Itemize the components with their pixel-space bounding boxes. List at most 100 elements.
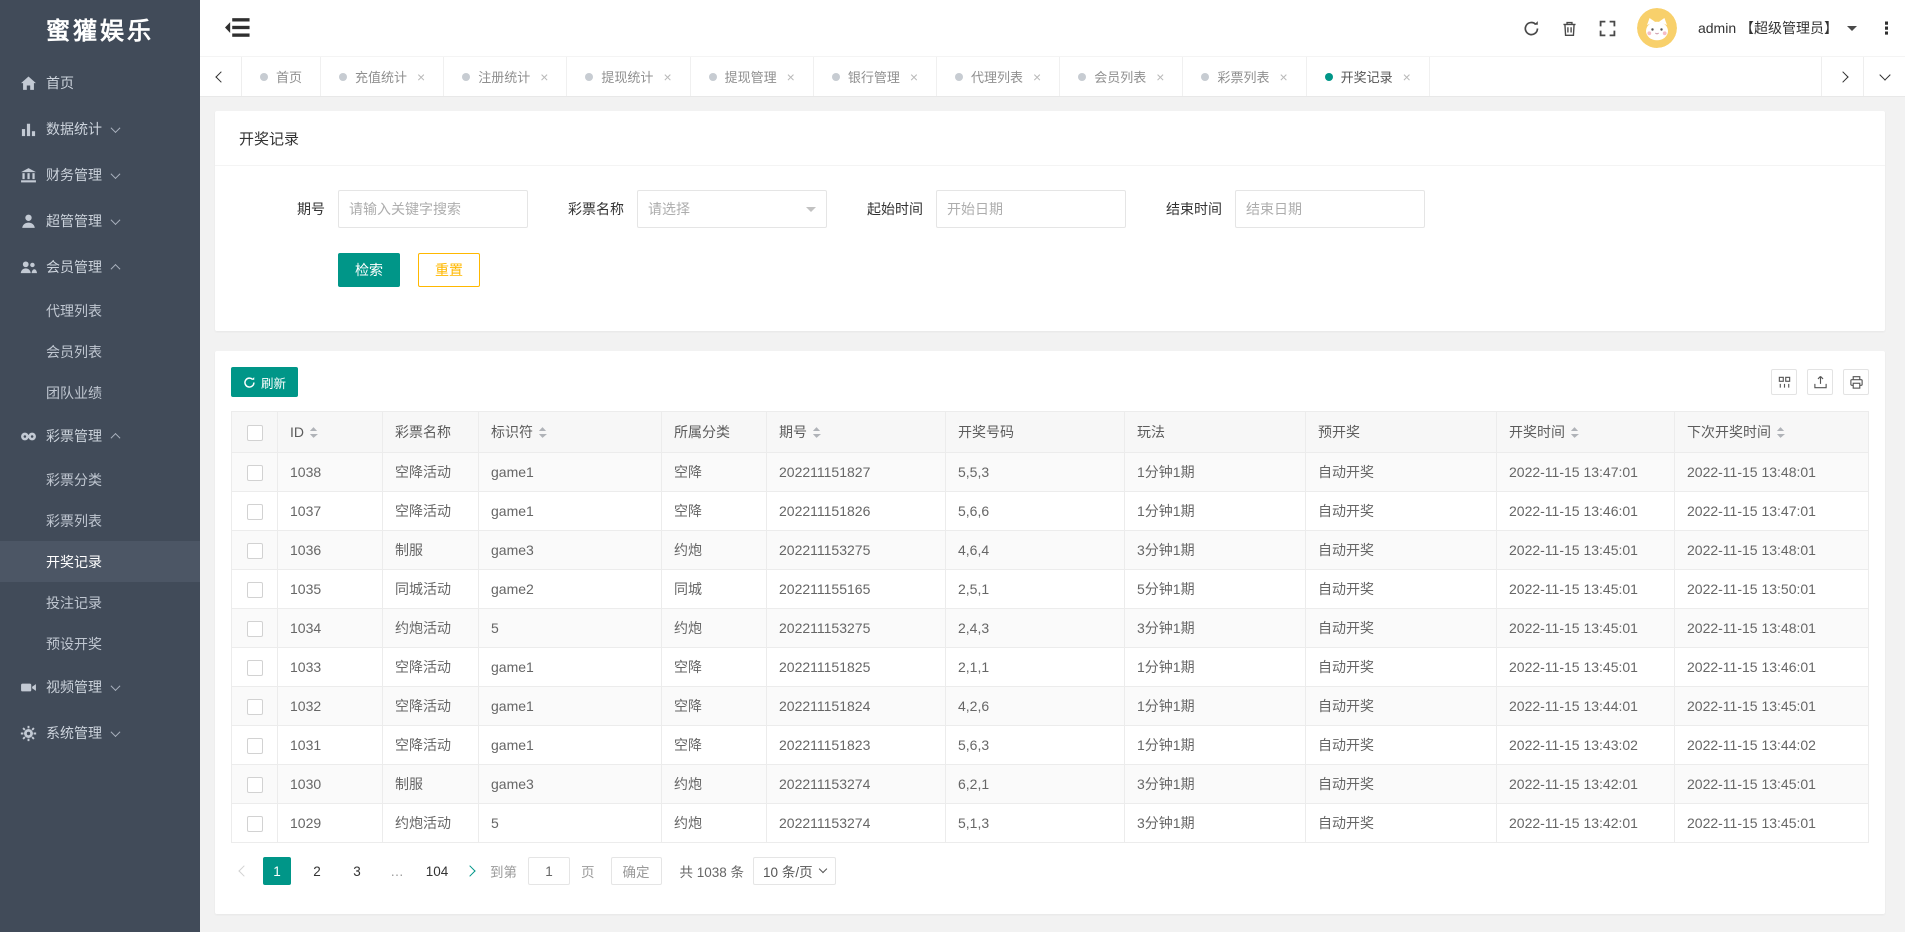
sidebar-subitem-bet-records[interactable]: 投注记录 bbox=[0, 582, 200, 623]
cell-checkbox bbox=[232, 804, 278, 843]
sidebar-item-super-admin[interactable]: 超管管理 bbox=[0, 198, 200, 244]
tab-status-dot bbox=[339, 73, 347, 81]
tab-close-icon[interactable]: × bbox=[1156, 69, 1164, 85]
sidebar-item-data-stats[interactable]: 数据统计 bbox=[0, 106, 200, 152]
column-header-numbers[interactable]: 开奖号码 bbox=[946, 412, 1125, 453]
tab-home[interactable]: 首页 bbox=[242, 57, 321, 96]
tabs-menu-button[interactable] bbox=[1863, 57, 1905, 96]
tab-close-icon[interactable]: × bbox=[540, 69, 548, 85]
sidebar-subitem-lottery-category[interactable]: 彩票分类 bbox=[0, 459, 200, 500]
tab-recharge-stats[interactable]: 充值统计 × bbox=[321, 57, 444, 96]
sidebar-item-lottery[interactable]: 彩票管理 bbox=[0, 413, 200, 459]
cell-play: 3分钟1期 bbox=[1125, 765, 1306, 804]
column-header-next_draw_time[interactable]: 下次开奖时间 bbox=[1675, 412, 1869, 453]
pagination-pages: 123…104 bbox=[257, 857, 457, 885]
export-icon[interactable] bbox=[1807, 369, 1833, 395]
avatar[interactable] bbox=[1637, 8, 1677, 48]
filter-columns-icon[interactable] bbox=[1771, 369, 1797, 395]
sort-icon[interactable] bbox=[309, 426, 318, 439]
row-checkbox[interactable] bbox=[247, 699, 263, 715]
next-page-button[interactable] bbox=[457, 857, 483, 885]
tab-label: 提现统计 bbox=[601, 67, 653, 86]
row-checkbox[interactable] bbox=[247, 582, 263, 598]
sidebar-subitem-agent-list[interactable]: 代理列表 bbox=[0, 290, 200, 331]
table-row: 1030制服game3约炮2022111532746,2,13分钟1期自动开奖2… bbox=[232, 765, 1869, 804]
tab-bank-manage[interactable]: 银行管理 × bbox=[814, 57, 937, 96]
per-page-select[interactable]: 10 条/页 bbox=[753, 857, 836, 885]
page-number[interactable]: 3 bbox=[343, 857, 371, 885]
sidebar-subitem-preset-draw[interactable]: 预设开奖 bbox=[0, 623, 200, 664]
column-header-code[interactable]: 标识符 bbox=[479, 412, 662, 453]
tab-close-icon[interactable]: × bbox=[910, 69, 918, 85]
sidebar-subitem-lottery-list[interactable]: 彩票列表 bbox=[0, 500, 200, 541]
table-row: 1036制服game3约炮2022111532754,6,43分钟1期自动开奖2… bbox=[232, 531, 1869, 570]
tab-close-icon[interactable]: × bbox=[787, 69, 795, 85]
column-header-play[interactable]: 玩法 bbox=[1125, 412, 1306, 453]
column-header-predraw[interactable]: 预开奖 bbox=[1306, 412, 1497, 453]
sidebar-subitem-draw-records[interactable]: 开奖记录 bbox=[0, 541, 200, 582]
tab-close-icon[interactable]: × bbox=[417, 69, 425, 85]
sort-icon[interactable] bbox=[538, 426, 547, 439]
goto-confirm-button[interactable]: 确定 bbox=[611, 857, 662, 885]
tab-close-icon[interactable]: × bbox=[1403, 69, 1411, 85]
tab-lottery-list[interactable]: 彩票列表 × bbox=[1183, 57, 1306, 96]
sort-icon[interactable] bbox=[1776, 426, 1785, 439]
tab-withdraw-manage[interactable]: 提现管理 × bbox=[691, 57, 814, 96]
tab-close-icon[interactable]: × bbox=[1033, 69, 1041, 85]
tab-close-icon[interactable]: × bbox=[1279, 69, 1287, 85]
trash-icon[interactable] bbox=[1561, 20, 1578, 37]
cell-category: 约炮 bbox=[662, 765, 767, 804]
tabs-scroll-left-button[interactable] bbox=[200, 57, 242, 96]
collapse-menu-icon[interactable] bbox=[225, 15, 251, 41]
column-header-id[interactable]: ID bbox=[278, 412, 383, 453]
reset-button[interactable]: 重置 bbox=[418, 253, 480, 287]
column-header-issue[interactable]: 期号 bbox=[767, 412, 946, 453]
row-checkbox[interactable] bbox=[247, 504, 263, 520]
tab-withdraw-stats[interactable]: 提现统计 × bbox=[567, 57, 690, 96]
sidebar-subitem-member-list[interactable]: 会员列表 bbox=[0, 331, 200, 372]
fullscreen-icon[interactable] bbox=[1599, 20, 1616, 37]
search-button[interactable]: 检索 bbox=[338, 253, 400, 287]
tab-draw-records[interactable]: 开奖记录 × bbox=[1307, 57, 1430, 96]
row-checkbox[interactable] bbox=[247, 660, 263, 676]
sidebar-subitem-label: 团队业绩 bbox=[46, 383, 102, 403]
sidebar-item-home[interactable]: 首页 bbox=[0, 60, 200, 106]
sort-icon[interactable] bbox=[1570, 426, 1579, 439]
column-header-draw_time[interactable]: 开奖时间 bbox=[1497, 412, 1675, 453]
row-checkbox[interactable] bbox=[247, 621, 263, 637]
page-number[interactable]: 2 bbox=[303, 857, 331, 885]
issue-input[interactable] bbox=[338, 190, 528, 228]
lottery-name-select[interactable]: 请选择 bbox=[637, 190, 827, 228]
column-header-name[interactable]: 彩票名称 bbox=[383, 412, 479, 453]
tab-close-icon[interactable]: × bbox=[663, 69, 671, 85]
page-number[interactable]: 104 bbox=[423, 857, 451, 885]
column-header-category[interactable]: 所属分类 bbox=[662, 412, 767, 453]
tab-register-stats[interactable]: 注册统计 × bbox=[444, 57, 567, 96]
sidebar-item-system[interactable]: 系统管理 bbox=[0, 710, 200, 756]
refresh-table-button[interactable]: 刷新 bbox=[231, 367, 298, 397]
refresh-icon[interactable] bbox=[1523, 20, 1540, 37]
more-vertical-icon[interactable]: ⋮ bbox=[1878, 20, 1895, 37]
prev-page-button[interactable] bbox=[231, 857, 257, 885]
end-date-input[interactable] bbox=[1235, 190, 1425, 228]
sort-icon[interactable] bbox=[812, 426, 821, 439]
sidebar-item-finance[interactable]: 财务管理 bbox=[0, 152, 200, 198]
row-checkbox[interactable] bbox=[247, 465, 263, 481]
page-number[interactable]: 1 bbox=[263, 857, 291, 885]
row-checkbox[interactable] bbox=[247, 816, 263, 832]
sidebar-item-members[interactable]: 会员管理 bbox=[0, 244, 200, 290]
start-date-input[interactable] bbox=[936, 190, 1126, 228]
tabs-scroll-right-button[interactable] bbox=[1821, 57, 1863, 96]
row-checkbox[interactable] bbox=[247, 738, 263, 754]
print-icon[interactable] bbox=[1843, 369, 1869, 395]
goto-page-input[interactable] bbox=[528, 857, 570, 885]
sidebar-subitem-team-performance[interactable]: 团队业绩 bbox=[0, 372, 200, 413]
select-all-checkbox[interactable] bbox=[247, 425, 263, 441]
cell-predraw: 自动开奖 bbox=[1306, 570, 1497, 609]
tab-member-list[interactable]: 会员列表 × bbox=[1060, 57, 1183, 96]
row-checkbox[interactable] bbox=[247, 777, 263, 793]
row-checkbox[interactable] bbox=[247, 543, 263, 559]
sidebar-item-video[interactable]: 视频管理 bbox=[0, 664, 200, 710]
admin-menu[interactable]: admin 【超级管理员】 bbox=[1698, 18, 1857, 38]
tab-agent-list[interactable]: 代理列表 × bbox=[937, 57, 1060, 96]
